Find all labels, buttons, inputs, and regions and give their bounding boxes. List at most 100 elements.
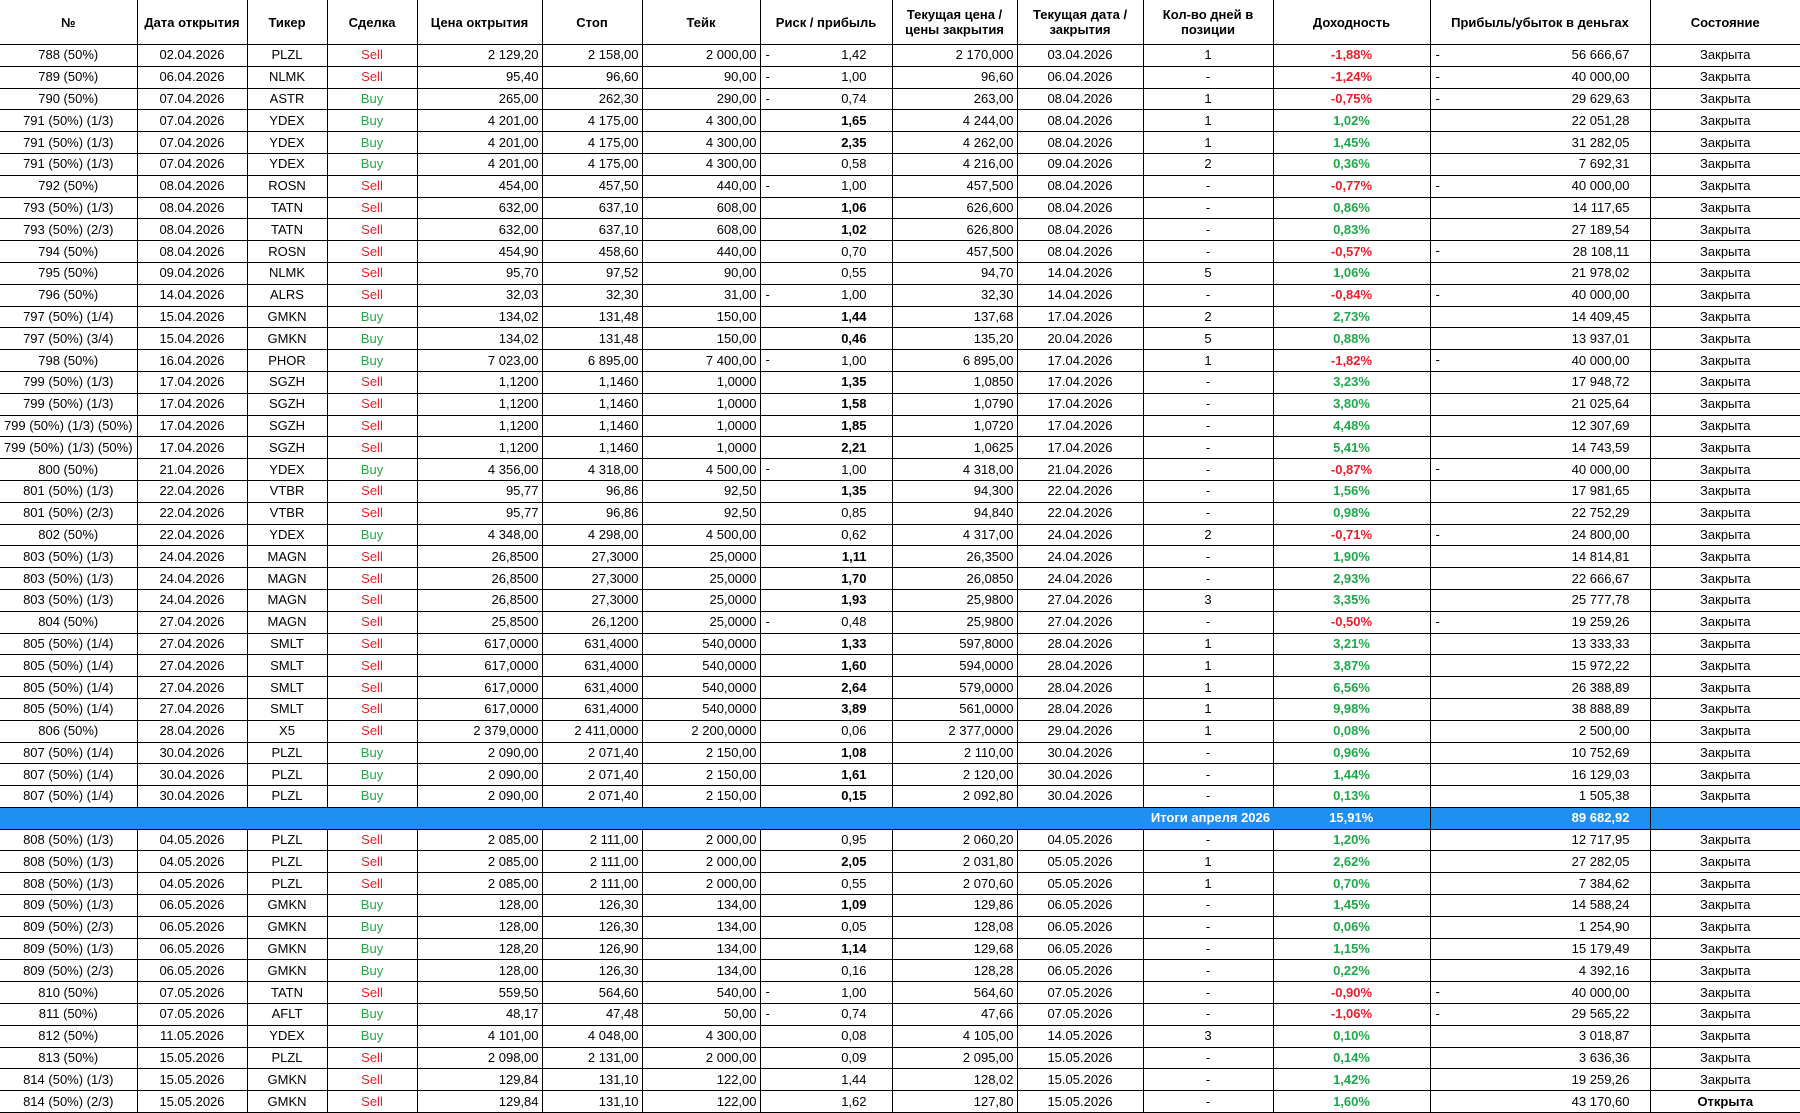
cell-take[interactable]: 134,00 [642, 938, 761, 961]
cell-state[interactable]: Закрыта [1650, 88, 1800, 111]
cell-stop[interactable]: 131,48 [542, 306, 643, 329]
cell-risk-reward[interactable]: - 1,00 [760, 981, 893, 1005]
cell-open-price[interactable]: 4 356,00 [417, 458, 543, 481]
cell-take[interactable]: 150,00 [642, 327, 761, 351]
cell-open-price[interactable]: 95,40 [417, 66, 543, 89]
cell-take[interactable]: 2 200,0000 [642, 720, 761, 743]
cell-open-date[interactable]: 07.05.2026 [137, 981, 248, 1005]
cell-open-price[interactable]: 128,00 [417, 916, 543, 939]
cell-deal[interactable]: Sell [327, 218, 418, 242]
cell-return[interactable]: 0,08% [1273, 720, 1431, 743]
cell-stop[interactable]: 27,3000 [542, 567, 643, 590]
cell-current-price[interactable]: 579,0000 [892, 676, 1018, 699]
cell-days[interactable]: 1 [1143, 349, 1274, 372]
cell-return[interactable]: 5,41% [1273, 436, 1431, 460]
cell-days[interactable]: - [1143, 1003, 1274, 1026]
cell-deal[interactable]: Sell [327, 175, 418, 198]
cell-take[interactable]: 1,0000 [642, 436, 761, 460]
cell-pnl[interactable]: 22 752,29 [1430, 502, 1651, 525]
cell-take[interactable]: 150,00 [642, 306, 761, 329]
cell-deal[interactable]: Sell [327, 284, 418, 307]
cell-open-date[interactable]: 17.04.2026 [137, 415, 248, 438]
cell-open-date[interactable]: 06.05.2026 [137, 894, 248, 917]
cell-num[interactable]: 807 (50%) (1/4) [0, 763, 138, 787]
cell-ticker[interactable]: GMKN [247, 916, 328, 939]
cell-days[interactable]: - [1143, 785, 1274, 808]
cell-pnl[interactable]: 14 743,59 [1430, 436, 1651, 460]
cell-risk-reward[interactable]: 1,14 [760, 938, 893, 961]
cell-state[interactable]: Закрыта [1650, 742, 1800, 765]
cell-ticker[interactable]: MAGN [247, 567, 328, 590]
cell-take[interactable]: 608,00 [642, 197, 761, 220]
cell-num[interactable]: 804 (50%) [0, 611, 138, 634]
cell-state[interactable]: Закрыта [1650, 633, 1800, 656]
cell-return[interactable]: -1,24% [1273, 66, 1431, 89]
cell-current-price[interactable]: 2 060,20 [892, 829, 1018, 852]
cell-ticker[interactable]: ROSN [247, 175, 328, 198]
cell-current-date[interactable]: 09.04.2026 [1017, 153, 1144, 176]
cell-days[interactable]: 2 [1143, 306, 1274, 329]
cell-risk-reward[interactable]: 0,62 [760, 524, 893, 547]
cell-current-date[interactable]: 22.04.2026 [1017, 502, 1144, 525]
cell-stop[interactable]: 2 071,40 [542, 763, 643, 787]
cell-current-date[interactable]: 17.04.2026 [1017, 415, 1144, 438]
cell-deal[interactable]: Sell [327, 676, 418, 699]
cell-current-date[interactable]: 03.04.2026 [1017, 44, 1144, 67]
cell-open-date[interactable]: 04.05.2026 [137, 872, 248, 896]
cell-num[interactable]: 809 (50%) (1/3) [0, 894, 138, 917]
cell-open-price[interactable]: 4 101,00 [417, 1025, 543, 1048]
cell-open-date[interactable]: 30.04.2026 [137, 742, 248, 765]
cell-num[interactable]: 788 (50%) [0, 44, 138, 67]
cell-open-date[interactable]: 07.04.2026 [137, 88, 248, 111]
cell-pnl[interactable]: 22 051,28 [1430, 109, 1651, 133]
cell-current-price[interactable]: 1,0720 [892, 415, 1018, 438]
cell-take[interactable]: 4 300,00 [642, 153, 761, 176]
cell-current-price[interactable]: 4 317,00 [892, 524, 1018, 547]
cell-state[interactable]: Закрыта [1650, 458, 1800, 481]
cell-pnl[interactable]: 1 254,90 [1430, 916, 1651, 939]
cell-current-date[interactable]: 17.04.2026 [1017, 349, 1144, 372]
cell-take[interactable]: 2 150,00 [642, 742, 761, 765]
cell-days[interactable]: - [1143, 1047, 1274, 1070]
cell-deal[interactable]: Sell [327, 415, 418, 438]
cell-state[interactable]: Закрыта [1650, 872, 1800, 896]
cell-pnl[interactable]: 17 948,72 [1430, 371, 1651, 394]
cell-days[interactable]: 5 [1143, 262, 1274, 285]
cell-pnl[interactable]: 14 588,24 [1430, 894, 1651, 917]
cell-open-price[interactable]: 4 201,00 [417, 153, 543, 176]
cell-return[interactable]: -0,87% [1273, 458, 1431, 481]
cell-return[interactable]: 4,48% [1273, 415, 1431, 438]
cell-open-price[interactable]: 95,70 [417, 262, 543, 285]
cell-current-price[interactable]: 4 216,00 [892, 153, 1018, 176]
cell-num[interactable]: 797 (50%) (1/4) [0, 306, 138, 329]
cell-take[interactable]: 2 000,00 [642, 850, 761, 874]
cell-return[interactable]: 6,56% [1273, 676, 1431, 699]
cell-return[interactable]: -0,57% [1273, 240, 1431, 263]
cell-open-date[interactable]: 21.04.2026 [137, 458, 248, 481]
cell-ticker[interactable]: PLZL [247, 1047, 328, 1070]
cell-return[interactable]: 0,96% [1273, 742, 1431, 765]
cell-take[interactable]: 134,00 [642, 959, 761, 983]
cell-state[interactable]: Закрыта [1650, 589, 1800, 612]
cell-num[interactable]: 795 (50%) [0, 262, 138, 285]
cell-take[interactable]: 25,0000 [642, 611, 761, 634]
cell-risk-reward[interactable]: 0,08 [760, 1025, 893, 1048]
cell-deal[interactable]: Sell [327, 720, 418, 743]
cell-deal[interactable]: Sell [327, 240, 418, 263]
cell-days[interactable]: 1 [1143, 720, 1274, 743]
cell-num[interactable]: 800 (50%) [0, 458, 138, 481]
cell-days[interactable]: - [1143, 1068, 1274, 1092]
cell-pnl[interactable]: 3 636,36 [1430, 1047, 1651, 1070]
cell-current-price[interactable]: 2 092,80 [892, 785, 1018, 808]
cell-pnl[interactable]: 16 129,03 [1430, 763, 1651, 787]
cell-deal[interactable]: Buy [327, 894, 418, 917]
cell-risk-reward[interactable]: 0,15 [760, 785, 893, 808]
cell-current-date[interactable]: 08.04.2026 [1017, 240, 1144, 263]
cell-state[interactable]: Закрыта [1650, 327, 1800, 351]
cell-open-date[interactable]: 27.04.2026 [137, 611, 248, 634]
cell-state[interactable]: Закрыта [1650, 916, 1800, 939]
cell-state[interactable]: Закрыта [1650, 850, 1800, 874]
cell-return[interactable]: 1,20% [1273, 829, 1431, 852]
cell-open-date[interactable]: 24.04.2026 [137, 589, 248, 612]
cell-ticker[interactable]: NLMK [247, 262, 328, 285]
